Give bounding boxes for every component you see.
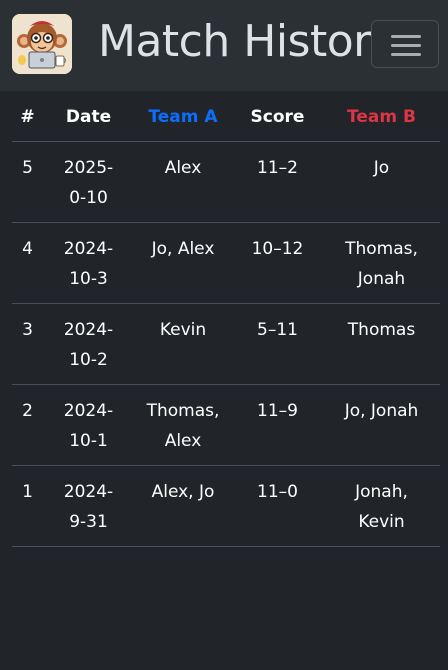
match-score: 11–9 — [232, 384, 323, 466]
match-score: 11–0 — [232, 465, 323, 547]
table-row[interactable]: 5 2025- 0-10 Alex 11–2 Jo — [12, 141, 440, 223]
table-row[interactable]: 2 2024- 10-1 Thomas, Alex 11–9 Jo, Jonah — [12, 384, 440, 466]
match-date-line-1: 2024- — [63, 481, 114, 502]
team-b-line-2: Jonah — [357, 268, 406, 289]
team-b-line-1: Thomas, — [345, 238, 418, 259]
navbar: Match History — [0, 0, 448, 91]
match-score: 5–11 — [232, 303, 323, 385]
column-header-team-a[interactable]: Team A — [134, 92, 232, 142]
column-header-team-b[interactable]: Team B — [323, 92, 440, 142]
match-date-line-2: 10-2 — [69, 349, 108, 370]
table-row[interactable]: 1 2024- 9-31 Alex, Jo 11–0 Jonah, Kevin — [12, 465, 440, 547]
team-b-players: Thomas, Jonah — [323, 222, 440, 304]
team-a-line-1: Alex, Jo — [151, 481, 215, 502]
match-history-table: # Date Team A Score Team B 5 2025- 0-10 A… — [12, 92, 440, 547]
match-date-line-2: 0-10 — [69, 187, 108, 208]
table-row[interactable]: 3 2024- 10-2 Kevin 5–11 Thomas — [12, 303, 440, 385]
match-date-line-1: 2024- — [63, 400, 114, 421]
page-title: Match History — [98, 16, 397, 67]
team-a-players: Jo, Alex — [134, 222, 232, 304]
match-number: 5 — [12, 141, 43, 223]
team-b-line-1: Thomas — [347, 319, 416, 340]
table-header-row: # Date Team A Score Team B — [12, 92, 440, 142]
match-number: 3 — [12, 303, 43, 385]
match-date: 2024- 10-3 — [43, 222, 134, 304]
match-date: 2024- 9-31 — [43, 465, 134, 547]
match-score: 11–2 — [232, 141, 323, 223]
match-date-line-2: 10-1 — [69, 430, 108, 451]
table-row[interactable]: 4 2024- 10-3 Jo, Alex 10–12 Thomas, Jonah — [12, 222, 440, 304]
team-b-players: Thomas — [323, 303, 440, 385]
match-number: 1 — [12, 465, 43, 547]
match-date-line-1: 2024- — [63, 319, 114, 340]
match-date-line-2: 10-3 — [69, 268, 108, 289]
team-a-players: Alex, Jo — [134, 465, 232, 547]
team-a-players: Alex — [134, 141, 232, 223]
team-a-line-1: Alex — [164, 157, 202, 178]
match-date-line-1: 2025- — [63, 157, 114, 178]
match-date: 2024- 10-2 — [43, 303, 134, 385]
match-number: 4 — [12, 222, 43, 304]
column-header-score[interactable]: Score — [232, 92, 323, 142]
monkey-laptop-logo-icon[interactable] — [12, 14, 72, 74]
match-number: 2 — [12, 384, 43, 466]
team-a-line-1: Kevin — [159, 319, 207, 340]
match-history-table-container: # Date Team A Score Team B 5 2025- 0-10 A… — [12, 92, 440, 547]
match-date-line-2: 9-31 — [69, 511, 108, 532]
team-b-line-2: Kevin — [358, 511, 405, 532]
match-score: 10–12 — [232, 222, 323, 304]
team-a-line-1: Thomas, — [146, 400, 220, 421]
team-a-line-1: Jo, Alex — [151, 238, 215, 259]
team-b-players: Jonah, Kevin — [323, 465, 440, 547]
column-header-date[interactable]: Date — [43, 92, 134, 142]
team-a-line-2: Alex — [164, 430, 202, 451]
match-date-line-1: 2024- — [63, 238, 114, 259]
hamburger-menu-button[interactable] — [371, 20, 439, 68]
team-b-line-1: Jo — [373, 157, 390, 178]
team-b-players: Jo — [323, 141, 440, 223]
team-b-line-1: Jo, Jonah — [344, 400, 419, 421]
team-b-players: Jo, Jonah — [323, 384, 440, 466]
team-b-line-1: Jonah, — [355, 481, 408, 502]
match-date: 2024- 10-1 — [43, 384, 134, 466]
team-a-players: Thomas, Alex — [134, 384, 232, 466]
match-date: 2025- 0-10 — [43, 141, 134, 223]
team-a-players: Kevin — [134, 303, 232, 385]
column-header-number[interactable]: # — [12, 92, 43, 142]
